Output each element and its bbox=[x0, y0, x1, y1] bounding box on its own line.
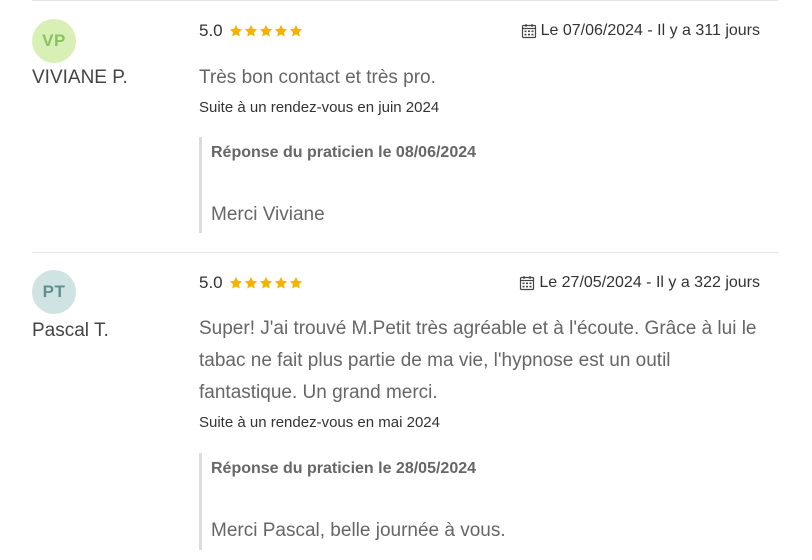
review-date: Le 27/05/2024 - Il y a 322 jours bbox=[519, 274, 760, 292]
response-title: Réponse du praticien le 08/06/2024 bbox=[211, 144, 477, 161]
star-icon bbox=[289, 276, 302, 289]
visit-info: Suite à un rendez-vous en mai 2024 bbox=[199, 414, 440, 431]
star-icon bbox=[274, 276, 287, 289]
review-author: Pascal T. bbox=[32, 320, 109, 341]
avatar-initials: PT bbox=[42, 282, 66, 301]
response-text: Merci Viviane bbox=[211, 204, 325, 225]
rating-value: 5.0 bbox=[199, 21, 223, 40]
star-icon bbox=[229, 276, 242, 289]
rating-stars bbox=[229, 276, 303, 290]
review-date: Le 07/06/2024 - Il y a 311 jours bbox=[521, 22, 760, 40]
review-author: VIVIANE P. bbox=[32, 67, 128, 88]
reviews-page: VP VIVIANE P. 5.0 Le 07/06/2024 - Il y a… bbox=[0, 0, 812, 560]
star-icon bbox=[274, 24, 287, 37]
response-title: Réponse du praticien le 28/05/2024 bbox=[211, 460, 477, 477]
practitioner-response: Réponse du praticien le 28/05/2024 Merci… bbox=[199, 453, 762, 550]
visit-info: Suite à un rendez-vous en juin 2024 bbox=[199, 99, 440, 116]
star-icon bbox=[244, 24, 257, 37]
rating-stars bbox=[229, 24, 303, 38]
rating: 5.0 bbox=[199, 21, 303, 41]
star-icon bbox=[229, 24, 242, 37]
review-comment: Super! J'ai trouvé M.Petit très agréable… bbox=[199, 318, 757, 403]
star-icon bbox=[289, 24, 302, 37]
star-icon bbox=[244, 276, 257, 289]
star-icon bbox=[259, 276, 272, 289]
review-card: VP VIVIANE P. 5.0 Le 07/06/2024 - Il y a… bbox=[32, 0, 778, 252]
rating: 5.0 bbox=[199, 273, 303, 293]
practitioner-response: Réponse du praticien le 08/06/2024 Merci… bbox=[199, 137, 762, 233]
response-text: Merci Pascal, belle journée à vous. bbox=[211, 520, 506, 541]
avatar: VP bbox=[32, 19, 76, 63]
star-icon bbox=[259, 24, 272, 37]
review-date-text: Le 27/05/2024 - Il y a 322 jours bbox=[539, 274, 760, 291]
review-date-text: Le 07/06/2024 - Il y a 311 jours bbox=[540, 22, 760, 39]
calendar-icon bbox=[520, 276, 535, 291]
avatar: PT bbox=[32, 270, 76, 314]
rating-value: 5.0 bbox=[199, 273, 223, 292]
avatar-initials: VP bbox=[42, 31, 66, 50]
review-comment: Très bon contact et très pro. bbox=[199, 67, 436, 88]
calendar-icon bbox=[521, 24, 536, 39]
review-card: PT Pascal T. 5.0 Le 27/05/2024 - Il y a … bbox=[32, 253, 778, 560]
